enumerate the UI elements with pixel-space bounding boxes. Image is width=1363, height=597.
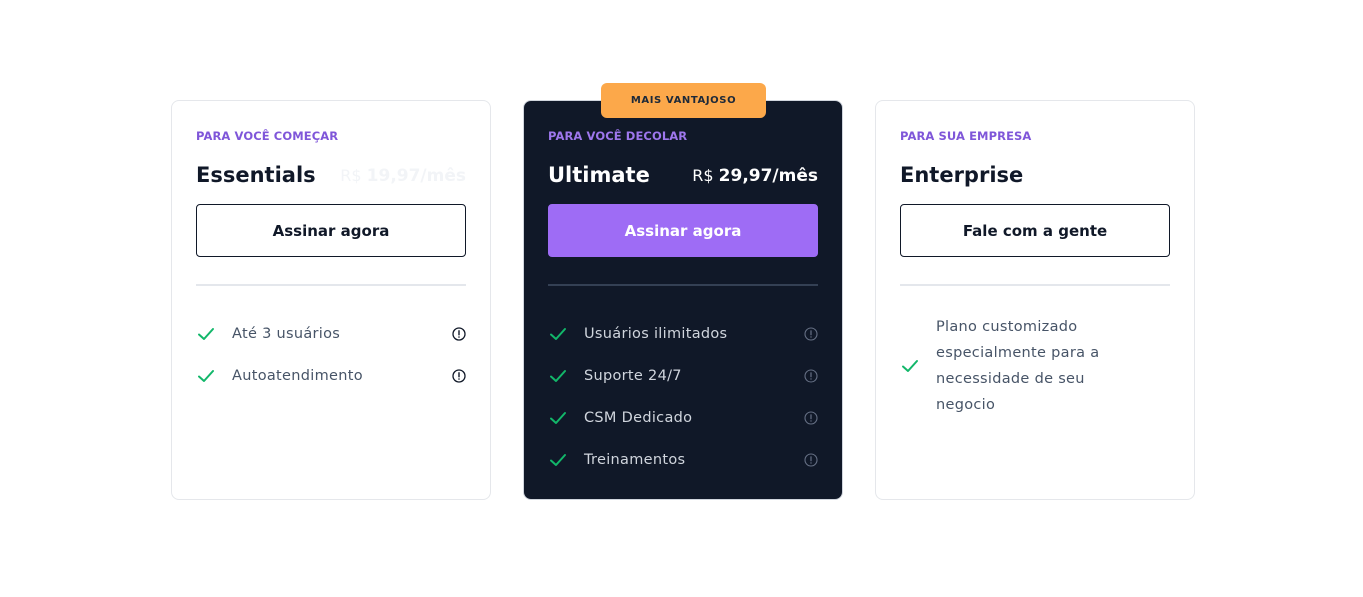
price-amount: 29,97/mês [718,166,818,186]
plan-card-enterprise: PARA SUA EMPRESA Enterprise Fale com a g… [875,100,1195,500]
check-icon [550,412,566,424]
feature-label: CSM Dedicado [584,410,693,426]
divider [196,284,466,286]
feature-item: Suporte 24/7 [548,355,818,397]
feature-list: Usuários ilimitados Suporte 24/7 CSM Ded… [548,313,818,481]
feature-list: Plano customizado especialmente para a n… [900,313,1170,419]
plan-eyebrow: PARA SUA EMPRESA [900,129,1032,143]
price-prefix: R$ [340,166,362,185]
contact-button[interactable]: Fale com a gente [900,204,1170,257]
feature-label: Usuários ilimitados [584,326,728,342]
plan-price: R$ 19,97/mês [340,166,466,186]
info-icon[interactable] [804,411,818,425]
most-advantageous-badge: MAIS VANTAJOSO [601,83,766,118]
pricing-section: MAIS VANTAJOSO PARA VOCÊ COMEÇAR Essenti… [0,0,1363,597]
feature-label: Autoatendimento [232,368,363,384]
info-icon[interactable] [804,453,818,467]
subscribe-button[interactable]: Assinar agora [196,204,466,257]
plan-eyebrow: PARA VOCÊ COMEÇAR [196,129,339,143]
check-icon [902,360,918,372]
info-icon[interactable] [804,369,818,383]
info-icon[interactable] [452,369,466,383]
feature-item: Usuários ilimitados [548,313,818,355]
feature-item: Treinamentos [548,439,818,481]
info-icon[interactable] [452,327,466,341]
price-prefix: R$ [692,166,714,185]
feature-item: Autoatendimento [196,355,466,397]
feature-list: Até 3 usuários Autoatendimento [196,313,466,397]
info-icon[interactable] [804,327,818,341]
feature-item: CSM Dedicado [548,397,818,439]
plan-price: R$ 29,97/mês [692,166,818,186]
check-icon [198,328,214,340]
subscribe-button[interactable]: Assinar agora [548,204,818,257]
feature-item: Até 3 usuários [196,313,466,355]
divider [548,284,818,286]
check-icon [198,370,214,382]
plan-card-ultimate: PARA VOCÊ DECOLAR Ultimate R$ 29,97/mês … [523,100,843,500]
plan-eyebrow: PARA VOCÊ DECOLAR [548,129,688,143]
feature-item: Plano customizado especialmente para a n… [900,313,1170,419]
feature-label: Até 3 usuários [232,326,341,342]
feature-label: Treinamentos [584,452,686,468]
check-icon [550,454,566,466]
price-amount: 19,97/mês [366,166,466,186]
check-icon [550,370,566,382]
feature-label: Plano customizado especialmente para a n… [936,319,1100,413]
check-icon [550,328,566,340]
plan-title: Enterprise [900,163,1024,187]
plan-title: Essentials [196,163,316,187]
feature-label: Suporte 24/7 [584,368,682,384]
divider [900,284,1170,286]
plan-card-essentials: PARA VOCÊ COMEÇAR Essentials R$ 19,97/mê… [171,100,491,500]
plan-title: Ultimate [548,163,650,187]
